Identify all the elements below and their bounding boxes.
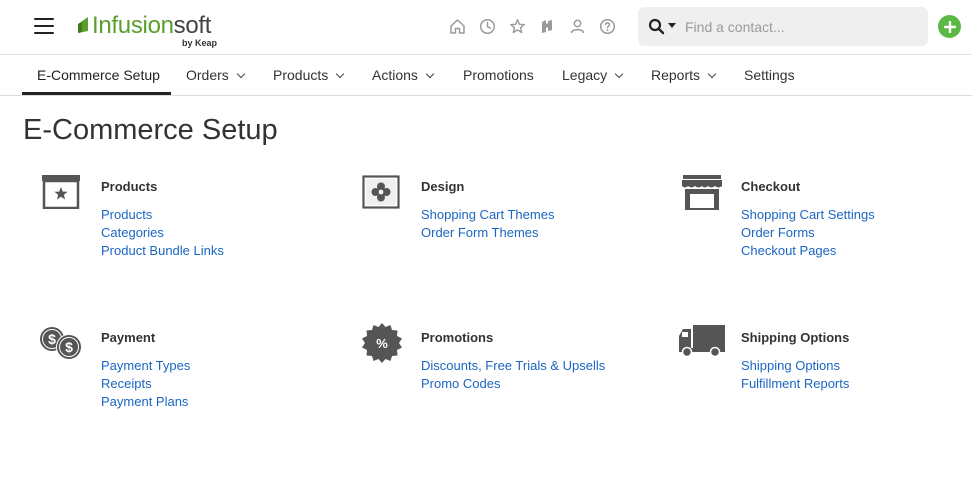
nav-actions[interactable]: Actions (372, 56, 435, 96)
section-links: Shopping Cart Settings Order Forms Check… (741, 206, 875, 260)
section-title: Design (421, 179, 465, 194)
link-promo-codes[interactable]: Promo Codes (421, 375, 605, 393)
page-title: E-Commerce Setup (23, 114, 278, 146)
svg-text:%: % (376, 336, 388, 351)
logo-text-soft: soft (173, 12, 212, 39)
svg-text:$: $ (48, 331, 56, 347)
nav-label: Settings (744, 67, 795, 83)
search-icon[interactable] (648, 18, 665, 35)
link-shipping-options[interactable]: Shipping Options (741, 357, 849, 375)
header-icon-group (447, 16, 617, 38)
plus-icon (943, 20, 956, 33)
add-button[interactable] (938, 15, 961, 38)
section-title: Products (101, 179, 158, 194)
section-title: Checkout (741, 179, 801, 194)
chevron-down-icon (336, 69, 345, 79)
contact-search-box[interactable] (638, 7, 928, 46)
nav-orders[interactable]: Orders (186, 56, 246, 96)
nav-label: Reports (651, 67, 701, 83)
link-discounts-free-trials-upsells[interactable]: Discounts, Free Trials & Upsells (421, 357, 605, 375)
nav-products[interactable]: Products (273, 56, 345, 96)
link-product-bundle-links[interactable]: Product Bundle Links (101, 242, 224, 260)
coins-icon: $ $ (40, 327, 82, 360)
section-links: Shipping Options Fulfillment Reports (741, 357, 849, 393)
nav-active-indicator (22, 92, 171, 95)
main-nav: E-Commerce Setup Orders Products Actions… (0, 56, 972, 96)
link-categories[interactable]: Categories (101, 224, 224, 242)
logo-leaf-icon (78, 17, 88, 33)
chevron-down-icon (707, 69, 717, 79)
link-payment-plans[interactable]: Payment Plans (101, 393, 190, 411)
chevron-down-icon (425, 69, 435, 79)
truck-icon (679, 325, 725, 358)
link-payment-types[interactable]: Payment Types (101, 357, 190, 375)
nav-legacy[interactable]: Legacy (562, 56, 624, 96)
svg-text:$: $ (65, 339, 73, 355)
search-filter-caret-icon[interactable] (668, 23, 676, 28)
design-flower-icon (362, 175, 400, 209)
nav-label: Promotions (463, 67, 534, 83)
logo-text: Infusionsoft (92, 12, 211, 40)
chevron-down-icon (614, 69, 624, 79)
link-products[interactable]: Products (101, 206, 224, 224)
link-receipts[interactable]: Receipts (101, 375, 190, 393)
hamburger-menu-icon[interactable] (34, 18, 54, 34)
home-icon[interactable] (447, 16, 467, 36)
nav-settings[interactable]: Settings (744, 56, 795, 96)
link-shopping-cart-settings[interactable]: Shopping Cart Settings (741, 206, 875, 224)
nav-label: Products (273, 67, 329, 83)
section-links: Payment Types Receipts Payment Plans (101, 357, 190, 411)
link-shopping-cart-themes[interactable]: Shopping Cart Themes (421, 206, 554, 224)
nav-ecommerce-setup[interactable]: E-Commerce Setup (37, 56, 160, 96)
nav-label: E-Commerce Setup (37, 67, 160, 83)
help-icon[interactable] (597, 16, 617, 36)
section-links: Shopping Cart Themes Order Form Themes (421, 206, 554, 242)
top-header: Infusionsoft by Keap (0, 0, 972, 55)
logo-text-main: Infusion (92, 12, 174, 39)
logo-subtitle: by Keap (182, 38, 218, 48)
nav-label: Legacy (562, 67, 608, 83)
percent-badge-icon: % (362, 323, 402, 363)
section-links: Discounts, Free Trials & Upsells Promo C… (421, 357, 605, 393)
section-title: Promotions (421, 330, 494, 345)
clock-icon[interactable] (477, 16, 497, 36)
nav-label: Orders (186, 67, 229, 83)
link-fulfillment-reports[interactable]: Fulfillment Reports (741, 375, 849, 393)
link-checkout-pages[interactable]: Checkout Pages (741, 242, 875, 260)
link-order-forms[interactable]: Order Forms (741, 224, 875, 242)
chevron-down-icon (236, 69, 246, 79)
link-order-form-themes[interactable]: Order Form Themes (421, 224, 554, 242)
section-links: Products Categories Product Bundle Links (101, 206, 224, 260)
section-title: Shipping Options (741, 330, 850, 345)
person-icon[interactable] (567, 16, 587, 36)
nav-label: Actions (372, 67, 418, 83)
nav-promotions[interactable]: Promotions (463, 56, 534, 96)
star-icon[interactable] (507, 16, 527, 36)
section-title: Payment (101, 330, 156, 345)
nav-reports[interactable]: Reports (651, 56, 717, 96)
storefront-icon (682, 175, 722, 210)
search-input[interactable] (685, 16, 915, 38)
product-box-icon (42, 175, 80, 209)
flag-icon[interactable] (537, 16, 557, 36)
